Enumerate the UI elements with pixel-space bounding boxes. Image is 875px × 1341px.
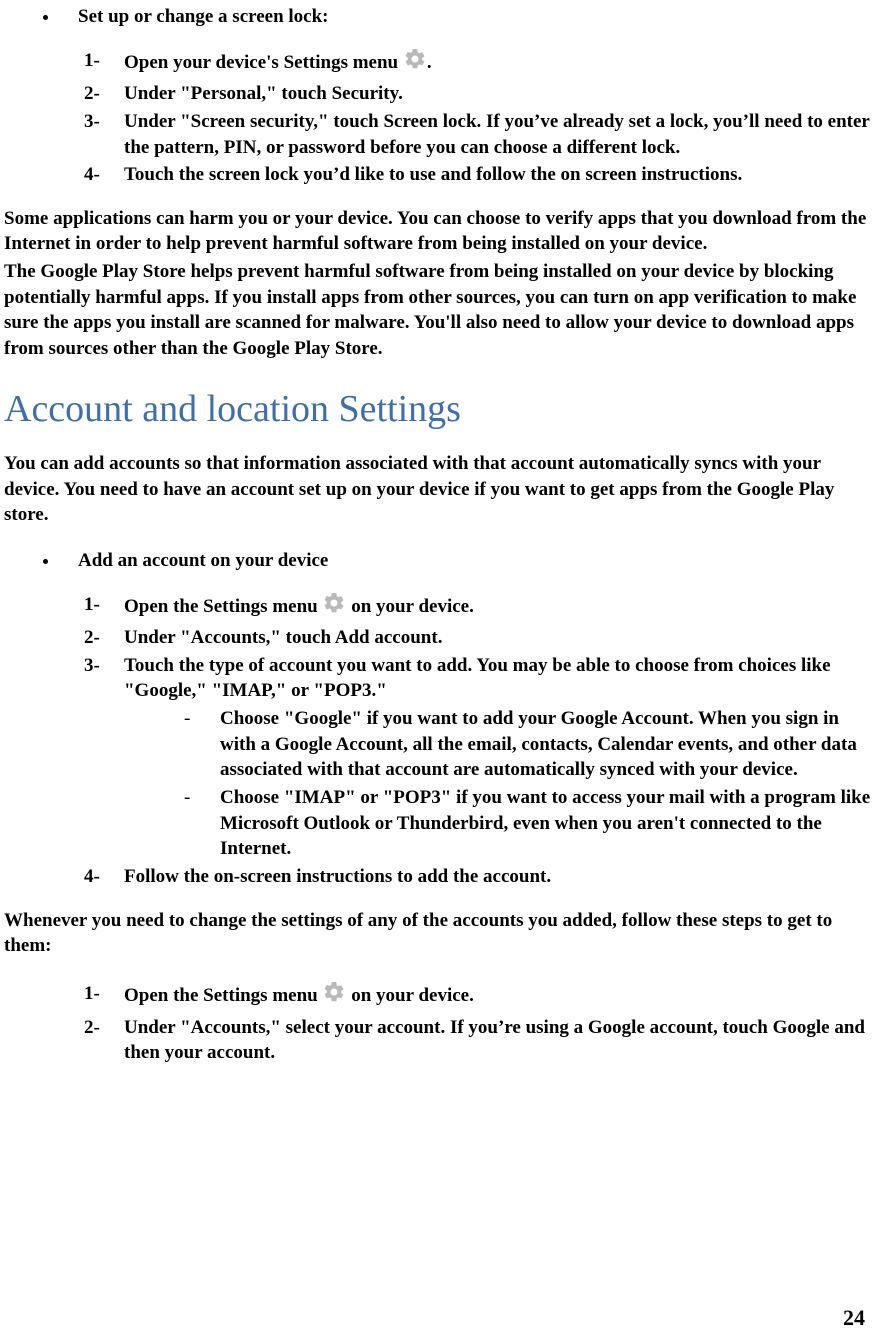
- screen-lock-heading: Set up or change a screen lock:: [60, 4, 871, 30]
- change-step-2: Under "Accounts," select your account. I…: [84, 1015, 871, 1066]
- change-step-1: Open the Settings menu on your device.: [84, 981, 871, 1013]
- accounts-intro: You can add accounts so that information…: [4, 451, 871, 528]
- gear-icon: [403, 47, 427, 79]
- screen-lock-step-4: Touch the screen lock you’d like to use …: [84, 162, 871, 188]
- step-text-post: on your device.: [346, 596, 473, 617]
- change-intro: Whenever you need to change the settings…: [4, 908, 871, 959]
- add-account-step-2: Under "Accounts," touch Add account.: [84, 625, 871, 651]
- add-account-heading: Add an account on your device: [60, 548, 871, 574]
- screen-lock-step-2: Under "Personal," touch Security.: [84, 81, 871, 107]
- sub-item-google: Choose "Google" if you want to add your …: [184, 706, 871, 783]
- harm-paragraph-2: The Google Play Store helps prevent harm…: [4, 259, 871, 362]
- add-account-steps: Open the Settings menu on your device. U…: [4, 592, 871, 890]
- section-heading: Account and location Settings: [4, 384, 871, 435]
- harm-paragraph-1: Some applications can harm you or your d…: [4, 206, 871, 257]
- step-text-post: on your device.: [346, 985, 473, 1006]
- step-text-pre: Open the Settings menu: [124, 985, 322, 1006]
- screen-lock-step-3: Under "Screen security," touch Screen lo…: [84, 109, 871, 160]
- add-account-step-4: Follow the on-screen instructions to add…: [84, 864, 871, 890]
- screen-lock-step-1: Open your device's Settings menu .: [84, 48, 871, 80]
- step-text-post: .: [427, 52, 432, 73]
- step-text: Touch the type of account you want to ad…: [124, 655, 831, 702]
- screen-lock-bullet: Set up or change a screen lock:: [4, 4, 871, 30]
- gear-icon: [322, 980, 346, 1012]
- change-steps: Open the Settings menu on your device. U…: [4, 981, 871, 1066]
- step-text-pre: Open your device's Settings menu: [124, 52, 403, 73]
- add-account-sublist: Choose "Google" if you want to add your …: [124, 706, 871, 862]
- screen-lock-steps: Open your device's Settings menu . Under…: [4, 48, 871, 188]
- add-account-bullet: Add an account on your device: [4, 548, 871, 574]
- add-account-step-1: Open the Settings menu on your device.: [84, 592, 871, 624]
- add-account-step-3: Touch the type of account you want to ad…: [84, 653, 871, 862]
- sub-item-imap: Choose "IMAP" or "POP3" if you want to a…: [184, 785, 871, 862]
- gear-icon: [322, 591, 346, 623]
- page-number: 24: [843, 1303, 865, 1333]
- step-text-pre: Open the Settings menu: [124, 596, 322, 617]
